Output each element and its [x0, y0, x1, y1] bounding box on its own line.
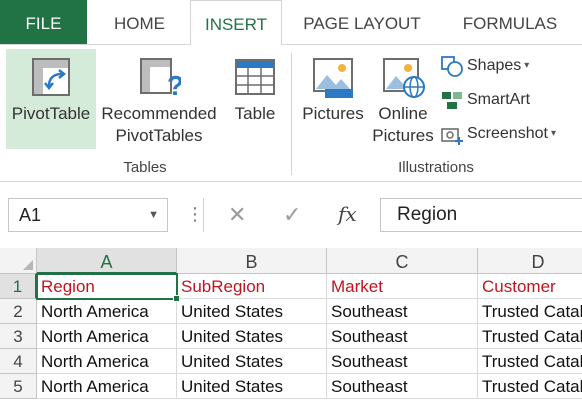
online-pictures-button[interactable]: Online Pictures: [368, 55, 438, 147]
group-separator: [291, 53, 292, 175]
select-all-corner[interactable]: [0, 248, 37, 274]
tab-page-layout[interactable]: PAGE LAYOUT: [292, 0, 432, 44]
pivot-table-icon: [32, 58, 70, 96]
ribbon-tab-bar: FILE HOME INSERT PAGE LAYOUT FORMULAS: [0, 0, 582, 45]
online-label-line2: Pictures: [372, 126, 434, 145]
name-box-value: A1: [19, 205, 42, 225]
cell-b2[interactable]: United States: [177, 299, 327, 324]
pictures-icon: [313, 58, 353, 98]
smartart-button[interactable]: SmartArt: [440, 88, 530, 112]
pivot-table-label: PivotTable: [11, 104, 91, 123]
column-header-b[interactable]: B: [177, 248, 327, 274]
formula-bar: A1 ▼ ⋮ ✕ ✓ fx Region: [0, 182, 582, 248]
cell-d5[interactable]: Trusted Catalog: [478, 374, 582, 399]
smartart-icon: [442, 91, 462, 109]
recommended-label-line2: PivotTables: [115, 126, 203, 145]
cell-c3[interactable]: Southeast: [327, 324, 478, 349]
chevron-down-icon: ▾: [524, 60, 530, 71]
cell-d3[interactable]: Trusted Catalog: [478, 324, 582, 349]
tab-insert[interactable]: INSERT: [190, 0, 282, 45]
online-pictures-icon: [383, 58, 425, 98]
cancel-icon[interactable]: ✕: [228, 204, 246, 226]
svg-text:?: ?: [167, 70, 181, 99]
ribbon-insert-panel: PivotTable ? Recommended PivotTables Tab…: [0, 45, 582, 207]
enter-icon[interactable]: ✓: [283, 204, 301, 226]
shapes-icon: [441, 56, 463, 77]
cell-d4[interactable]: Trusted Catalog: [478, 349, 582, 374]
cell-c1[interactable]: Market: [327, 274, 478, 299]
screenshot-icon: [441, 128, 463, 145]
table-label: Table: [234, 104, 276, 123]
cell-c4[interactable]: Southeast: [327, 349, 478, 374]
cell-d1[interactable]: Customer: [478, 274, 582, 299]
online-label-line1: Online: [378, 104, 428, 123]
recommended-pivottables-label: Recommended PivotTables: [100, 103, 218, 147]
more-options-icon[interactable]: ⋮: [186, 204, 204, 224]
table-icon: [235, 59, 275, 95]
pictures-label: Pictures: [302, 104, 364, 123]
cell-a5[interactable]: North America: [37, 374, 177, 399]
worksheet-grid: A B C D 1 Region SubRegion Market Custom…: [0, 248, 582, 400]
row-header-3[interactable]: 3: [0, 324, 37, 349]
insert-function-icon[interactable]: fx: [338, 202, 357, 226]
screenshot-label: Screenshot: [467, 125, 548, 143]
formula-bar-separator: [203, 198, 204, 232]
recommended-label-line1: Recommended: [101, 104, 217, 123]
row-header-4[interactable]: 4: [0, 349, 37, 374]
fill-handle[interactable]: [173, 295, 180, 302]
tab-formulas[interactable]: FORMULAS: [450, 0, 570, 44]
tab-home[interactable]: HOME: [97, 0, 182, 44]
illustrations-group-label: Illustrations: [398, 159, 474, 176]
row-header-5[interactable]: 5: [0, 374, 37, 399]
cell-a2[interactable]: North America: [37, 299, 177, 324]
cell-b1[interactable]: SubRegion: [177, 274, 327, 299]
row-header-1[interactable]: 1: [0, 274, 37, 299]
cell-b4[interactable]: United States: [177, 349, 327, 374]
cell-b3[interactable]: United States: [177, 324, 327, 349]
cell-d2[interactable]: Trusted Catalog: [478, 299, 582, 324]
row-header-2[interactable]: 2: [0, 299, 37, 324]
shapes-label: Shapes: [467, 57, 522, 75]
cell-a4[interactable]: North America: [37, 349, 177, 374]
column-header-a[interactable]: A: [37, 248, 177, 274]
tab-file[interactable]: FILE: [0, 0, 87, 44]
cell-b5[interactable]: United States: [177, 374, 327, 399]
shapes-button[interactable]: Shapes ▾: [440, 54, 529, 78]
cell-a3[interactable]: North America: [37, 324, 177, 349]
recommended-pivottables-button[interactable]: ? Recommended PivotTables: [100, 55, 218, 147]
pictures-button[interactable]: Pictures: [298, 55, 368, 125]
chevron-down-icon[interactable]: ▼: [148, 199, 159, 231]
formula-input[interactable]: Region: [380, 198, 582, 232]
column-header-c[interactable]: C: [327, 248, 478, 274]
table-button[interactable]: Table: [226, 55, 284, 125]
column-header-d[interactable]: D: [478, 248, 582, 274]
cell-c2[interactable]: Southeast: [327, 299, 478, 324]
screenshot-button[interactable]: Screenshot ▾: [440, 122, 556, 146]
select-all-triangle-icon: [23, 260, 33, 270]
smartart-label: SmartArt: [467, 91, 531, 108]
cell-a1[interactable]: Region: [37, 274, 177, 299]
recommended-pivot-icon: ?: [140, 58, 181, 99]
chevron-down-icon: ▾: [550, 128, 556, 139]
online-pictures-label: Online Pictures: [368, 103, 438, 147]
pivot-table-button[interactable]: PivotTable: [6, 55, 96, 125]
name-box[interactable]: A1 ▼: [8, 198, 168, 232]
cell-c5[interactable]: Southeast: [327, 374, 478, 399]
tables-group-label: Tables: [123, 159, 167, 176]
